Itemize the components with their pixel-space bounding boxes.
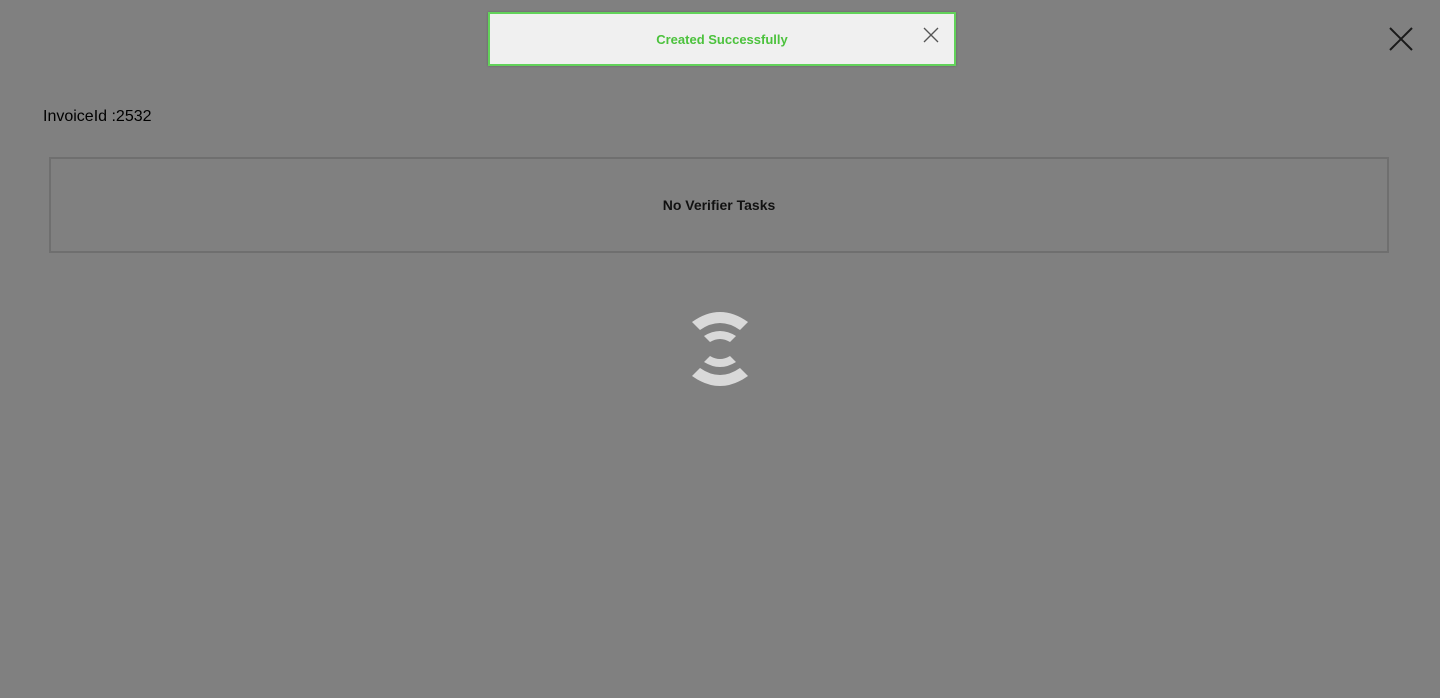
modal-page: Verifier Tasks InvoiceId :2532 No Verifi… [0,0,1440,698]
close-modal-button[interactable] [1386,24,1416,54]
loading-spinner-icon [686,304,754,394]
close-icon [923,27,939,43]
toast-close-button[interactable] [922,26,940,44]
toast-message: Created Successfully [656,31,788,47]
verifier-tasks-panel: No Verifier Tasks [49,157,1389,253]
success-toast: Created Successfully [488,12,956,66]
close-icon [1389,27,1413,51]
empty-state-message: No Verifier Tasks [662,197,776,213]
invoice-id-label: InvoiceId :2532 [43,108,152,125]
